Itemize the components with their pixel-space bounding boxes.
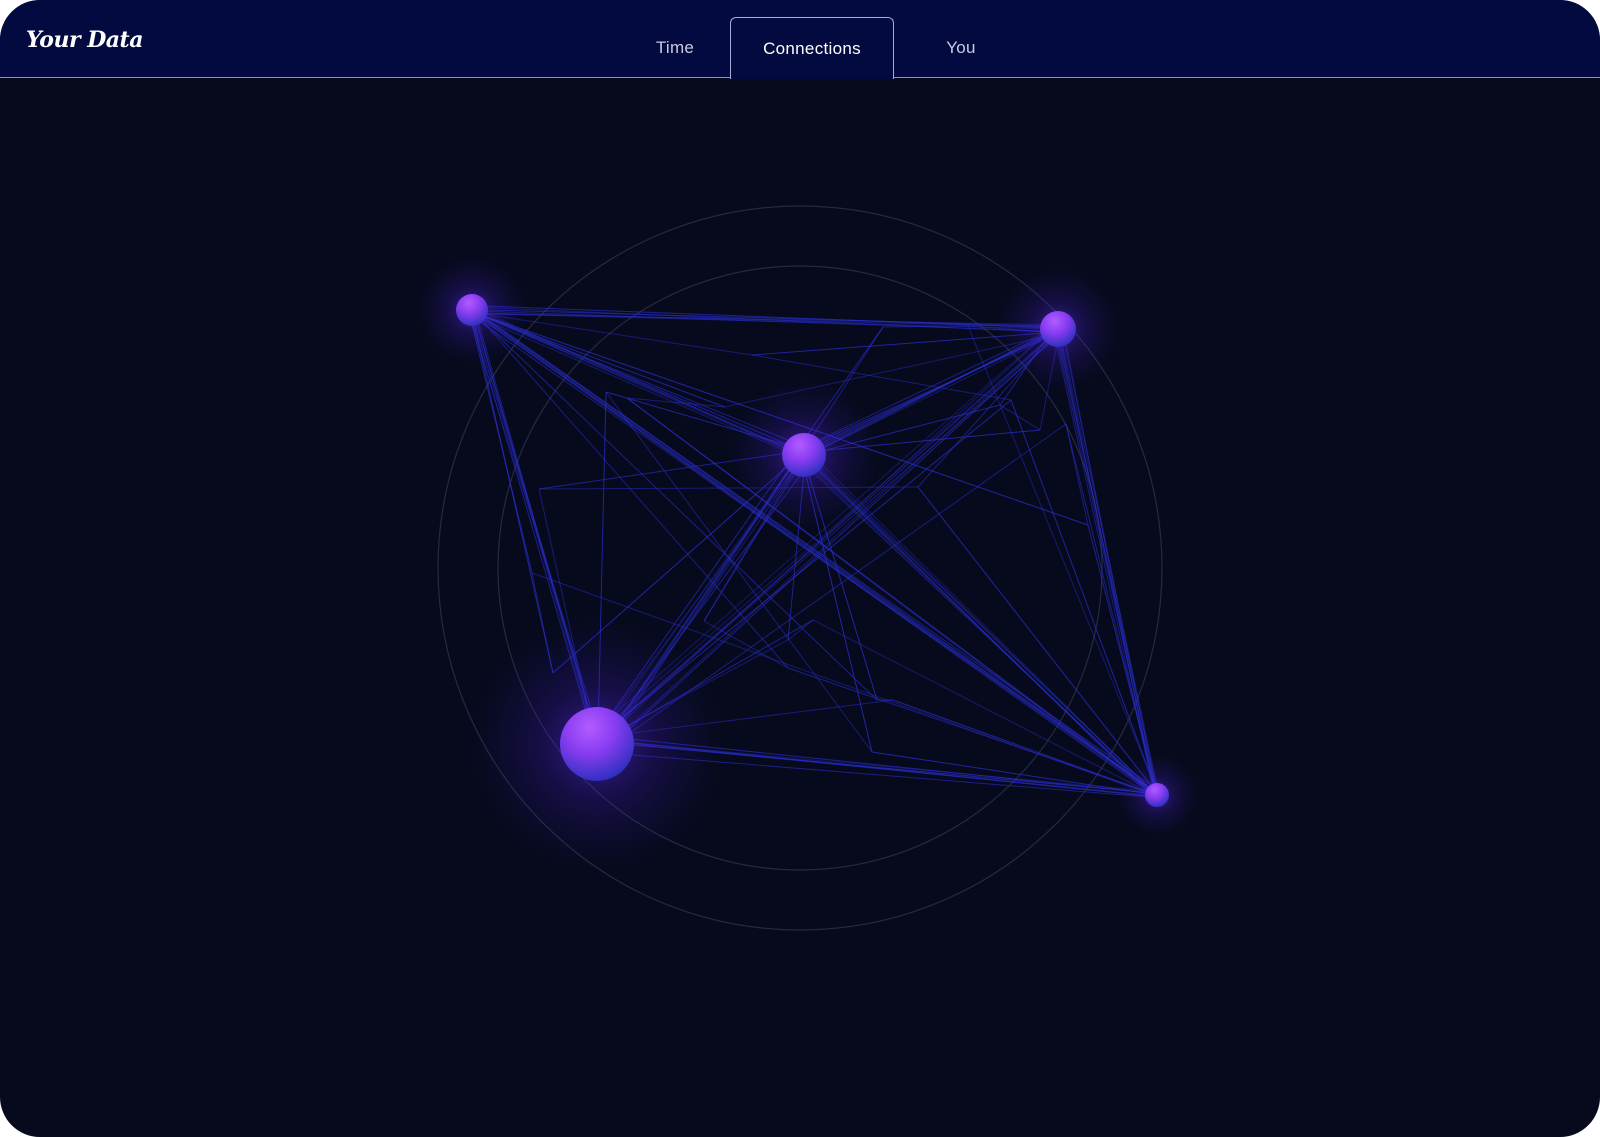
connection-edge [967, 325, 1160, 796]
tab-connections[interactable]: Connections [730, 17, 894, 79]
connection-node[interactable] [1145, 783, 1169, 807]
tab-you[interactable]: You [906, 17, 1016, 79]
connection-edge [471, 312, 554, 674]
connection-edge [1054, 328, 1157, 794]
connection-node[interactable] [560, 707, 634, 781]
connection-node[interactable] [782, 433, 826, 477]
connection-edge [703, 620, 789, 669]
connection-edge [787, 619, 814, 641]
tab-time-label: Time [655, 38, 695, 57]
connection-edge [471, 309, 1059, 327]
tab-time[interactable]: Time [620, 17, 730, 79]
app-window: Your Data Time Connections You [0, 0, 1600, 1137]
connection-node[interactable] [456, 294, 488, 326]
connection-edge [999, 404, 1041, 431]
node-glows [417, 255, 1198, 870]
connection-edge [806, 454, 1157, 796]
connection-edge [805, 459, 1155, 797]
top-bar: Your Data Time Connections You [0, 0, 1600, 79]
tab-connections-label: Connections [763, 38, 861, 58]
connection-node[interactable] [1040, 311, 1076, 347]
tab-you-label: You [946, 38, 976, 57]
app-title: Your Data [26, 27, 143, 53]
connections-graph [417, 205, 1198, 931]
connection-edge [812, 619, 1158, 798]
connection-edge [472, 310, 1060, 332]
connection-edge [1061, 330, 1159, 799]
